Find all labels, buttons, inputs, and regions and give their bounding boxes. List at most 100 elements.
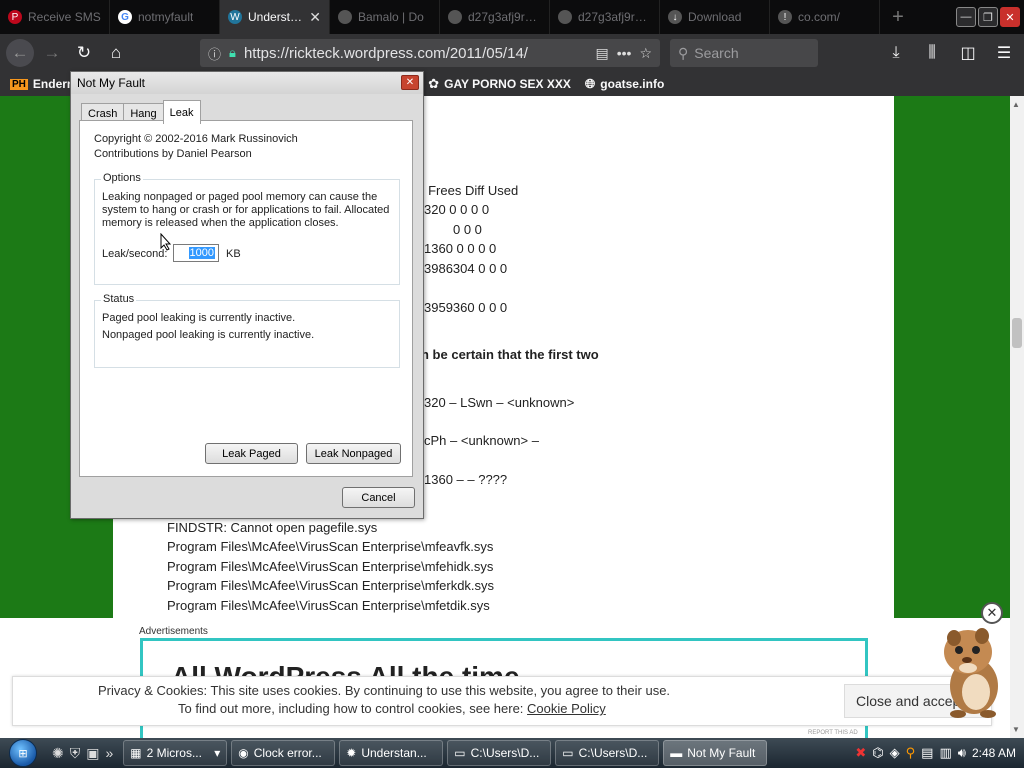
bookmark-label: goatse.info xyxy=(600,77,665,91)
show-desktop-icon[interactable]: ▣ xyxy=(86,745,99,762)
quicklaunch-more-icon[interactable]: » xyxy=(105,745,113,762)
browser-tab[interactable]: ! co.com/ xyxy=(770,0,880,34)
quicklaunch-shield-icon[interactable]: ⛨ xyxy=(70,745,81,762)
browser-tab[interactable]: Bamalo | Do xyxy=(330,0,440,34)
clock[interactable]: 2:48 AM xyxy=(972,746,1016,760)
tray-volume-icon[interactable]: 🔊︎ xyxy=(958,745,966,761)
start-button[interactable]: ⊞ xyxy=(0,738,46,768)
ad-report-link[interactable]: REPORT THIS AD xyxy=(808,730,858,736)
tab-title: co.com/ xyxy=(798,10,841,24)
downloads-icon[interactable]: ⤓ xyxy=(882,39,910,67)
tray-network-icon[interactable]: ⌬ xyxy=(872,745,883,761)
bookmark-label: Endern xyxy=(32,77,75,91)
menu-icon[interactable]: ☰ xyxy=(990,39,1018,67)
browser-tab-active[interactable]: W Understan ✕ xyxy=(220,0,330,34)
tray-app-icon[interactable]: ◈ xyxy=(890,745,900,761)
info-icon[interactable]: ⓘ xyxy=(208,44,221,63)
contributions-text: Contributions by Daniel Pearson xyxy=(94,148,252,160)
leak-paged-button[interactable]: Leak Paged xyxy=(205,443,298,464)
leak-nonpaged-button[interactable]: Leak Nonpaged xyxy=(306,443,401,464)
bookmark-label: GAY PORNO SEX XXX xyxy=(444,77,571,91)
page-scrollbar[interactable]: ▲ ▼ xyxy=(1010,96,1024,738)
pornhub-icon: PH xyxy=(10,78,28,90)
download-icon: ↓ xyxy=(668,10,682,24)
lock-icon[interactable]: 🔒︎ xyxy=(229,45,236,61)
back-button[interactable]: ← xyxy=(6,39,34,67)
taskbar-item[interactable]: ▭ C:\Users\D... xyxy=(447,740,552,766)
status-group: Status Paged pool leaking is currently i… xyxy=(94,293,400,368)
library-icon[interactable]: ⫼ xyxy=(918,39,946,67)
article-line: n be certain that the first two xyxy=(421,347,599,362)
address-bar[interactable]: ⓘ 🔒︎ https://rickteck.wordpress.com/2011… xyxy=(200,39,660,67)
pinterest-icon: P xyxy=(8,10,22,24)
word-icon: ▦ xyxy=(130,746,142,760)
cookie-policy-link[interactable]: Cookie Policy xyxy=(527,701,606,716)
scroll-down-arrow-icon[interactable]: ▼ xyxy=(1012,725,1020,734)
leak-rate-input[interactable]: 1000 xyxy=(173,244,219,262)
quicklaunch-app-icon[interactable]: ✺ xyxy=(52,745,64,762)
warning-icon: ! xyxy=(778,10,792,24)
page-icon xyxy=(338,10,352,24)
article-line: 3986304 0 0 0 xyxy=(424,261,508,276)
taskbar-item-label: Clock error... xyxy=(253,746,322,760)
article-line: 1360 0 0 0 0 xyxy=(424,241,497,256)
system-tray: ✖ ⌬ ◈ ⚲ ▤ ▥ 🔊︎ 2:48 AM xyxy=(855,745,1024,761)
taskbar-item-active[interactable]: ▬ Not My Fault xyxy=(663,740,768,766)
scroll-up-arrow-icon[interactable]: ▲ xyxy=(1012,100,1020,109)
windows-taskbar: ⊞ ✺ ⛨ ▣ » ▦ 2 Micros... ▾ ◉ Clock error.… xyxy=(0,738,1024,768)
bookmark-item[interactable]: PH Endern xyxy=(10,77,74,91)
close-tab-icon[interactable]: ✕ xyxy=(309,9,321,26)
taskbar-item[interactable]: ◉ Clock error... xyxy=(231,740,336,766)
restore-button[interactable]: ❐ xyxy=(978,7,998,27)
reader-view-icon[interactable]: ▤ xyxy=(595,45,608,62)
tray-search-icon[interactable]: ⚲ xyxy=(906,745,916,761)
reload-button[interactable]: ↻ xyxy=(70,39,98,67)
home-button[interactable]: ⌂ xyxy=(102,39,130,67)
browser-tab[interactable]: d27g3afj9rcpcq xyxy=(440,0,550,34)
browser-tab[interactable]: G notmyfault xyxy=(110,0,220,34)
bookmark-item[interactable]: ✿ GAY PORNO SEX XXX xyxy=(428,76,571,92)
options-description: system to hang or crash or for applicati… xyxy=(102,204,390,216)
taskbar-item-label: Not My Fault xyxy=(687,746,756,760)
paged-status-text: Paged pool leaking is currently inactive… xyxy=(102,312,296,324)
new-tab-button[interactable]: + xyxy=(880,0,916,34)
dialog-close-button[interactable]: ✕ xyxy=(401,75,419,90)
hamster-mascot-icon xyxy=(944,628,998,718)
tray-monitor-icon[interactable]: ▤ xyxy=(921,745,933,761)
tab-leak[interactable]: Leak xyxy=(162,100,201,124)
article-line: cPh – <unknown> – xyxy=(424,433,539,448)
copyright-text: Copyright © 2002-2016 Mark Russinovich xyxy=(94,133,298,145)
taskbar-item-label: C:\Users\D... xyxy=(470,746,540,760)
google-icon: G xyxy=(118,10,132,24)
tab-title: Receive SMS xyxy=(28,10,101,24)
browser-tab[interactable]: ↓ Download xyxy=(660,0,770,34)
navigation-toolbar: ← → ↻ ⌂ ⓘ 🔒︎ https://rickteck.wordpress.… xyxy=(0,34,1024,72)
taskbar-item[interactable]: ▭ C:\Users\D... xyxy=(555,740,660,766)
search-placeholder: Search xyxy=(694,45,739,61)
page-icon xyxy=(448,10,462,24)
browser-tab[interactable]: P Receive SMS xyxy=(0,0,110,34)
bookmark-star-icon[interactable]: ☆ xyxy=(639,45,652,62)
tray-error-icon[interactable]: ✖ xyxy=(855,745,866,761)
scrollbar-thumb[interactable] xyxy=(1012,318,1022,348)
page-actions-icon[interactable]: ••• xyxy=(617,45,632,61)
tab-title: notmyfault xyxy=(138,10,194,24)
url-text[interactable]: https://rickteck.wordpress.com/2011/05/1… xyxy=(244,45,588,62)
dialog-title-bar[interactable]: Not My Fault ✕ xyxy=(71,72,423,94)
minimize-button[interactable]: — xyxy=(956,7,976,27)
taskbar-item-label: Understan... xyxy=(361,746,427,760)
leak-tab-panel: Copyright © 2002-2016 Mark Russinovich C… xyxy=(79,120,413,477)
taskbar-item[interactable]: ▦ 2 Micros... ▾ xyxy=(123,740,228,766)
taskbar-item[interactable]: ✹ Understan... xyxy=(339,740,444,766)
bookmark-item[interactable]: 🌐︎ goatse.info xyxy=(585,76,664,92)
search-box[interactable]: ⚲ Search xyxy=(670,39,818,67)
window-close-button[interactable]: ✕ xyxy=(1000,7,1020,27)
sidebar-icon[interactable]: ◫ xyxy=(954,39,982,67)
forward-button[interactable]: → xyxy=(38,39,66,67)
browser-tab[interactable]: d27g3afj9rcpcq xyxy=(550,0,660,34)
search-icon: ⚲ xyxy=(678,44,689,61)
cancel-button[interactable]: Cancel xyxy=(342,487,415,508)
tab-title: d27g3afj9rcpcq xyxy=(468,10,541,24)
article-line: 1360 – – ???? xyxy=(424,472,508,487)
tray-display-icon[interactable]: ▥ xyxy=(939,745,951,761)
